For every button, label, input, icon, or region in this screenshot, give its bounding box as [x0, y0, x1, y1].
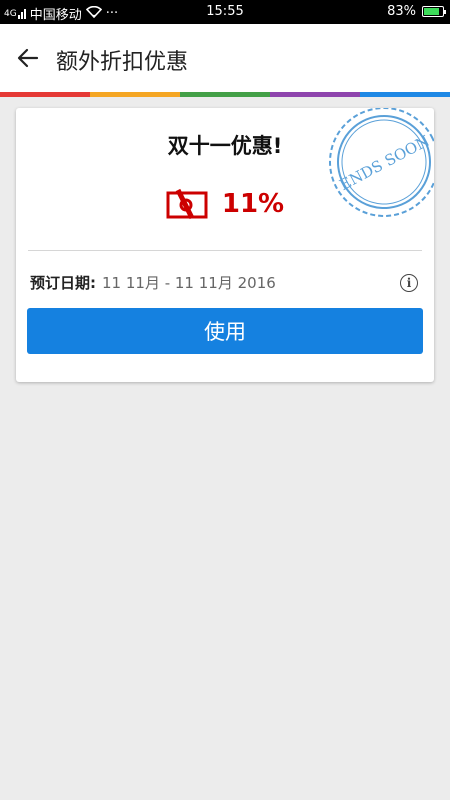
booking-date-label: 预订日期:	[30, 274, 96, 292]
battery-percent: 83%	[387, 4, 416, 19]
battery-fill	[424, 8, 439, 15]
info-icon[interactable]: i	[400, 274, 418, 292]
booking-date-row: 预订日期: 11 11月 - 11 11月 2016 i	[30, 272, 420, 293]
status-bar: 4G 中国移动 ··· 15:55 83%	[0, 0, 450, 24]
discount-value: 11%	[221, 189, 285, 219]
clock: 15:55	[206, 4, 244, 19]
accent-stripe-segment	[360, 92, 450, 97]
offer-title: 双十一优惠!	[167, 134, 283, 158]
accent-stripe-segment	[0, 92, 90, 97]
booking-date-value: 11 11月 - 11 11月 2016	[102, 274, 276, 292]
status-right: 83%	[387, 4, 446, 19]
use-button[interactable]: 使用	[27, 308, 423, 354]
back-button[interactable]	[12, 42, 44, 74]
offer-card: ENDS SOON 双十一优惠! 11% 预订日期: 11 11月 - 11 1…	[16, 108, 434, 382]
divider	[28, 250, 422, 251]
app-bar: 额外折扣优惠	[0, 24, 450, 92]
battery-icon	[422, 6, 446, 17]
discount-row: 11%	[16, 188, 434, 220]
discount-tag-icon	[166, 188, 208, 220]
accent-stripe	[0, 92, 450, 97]
page-title: 额外折扣优惠	[56, 50, 189, 75]
arrow-left-icon	[17, 48, 39, 68]
accent-stripe-segment	[180, 92, 270, 97]
accent-stripe-segment	[270, 92, 360, 97]
accent-stripe-segment	[90, 92, 180, 97]
